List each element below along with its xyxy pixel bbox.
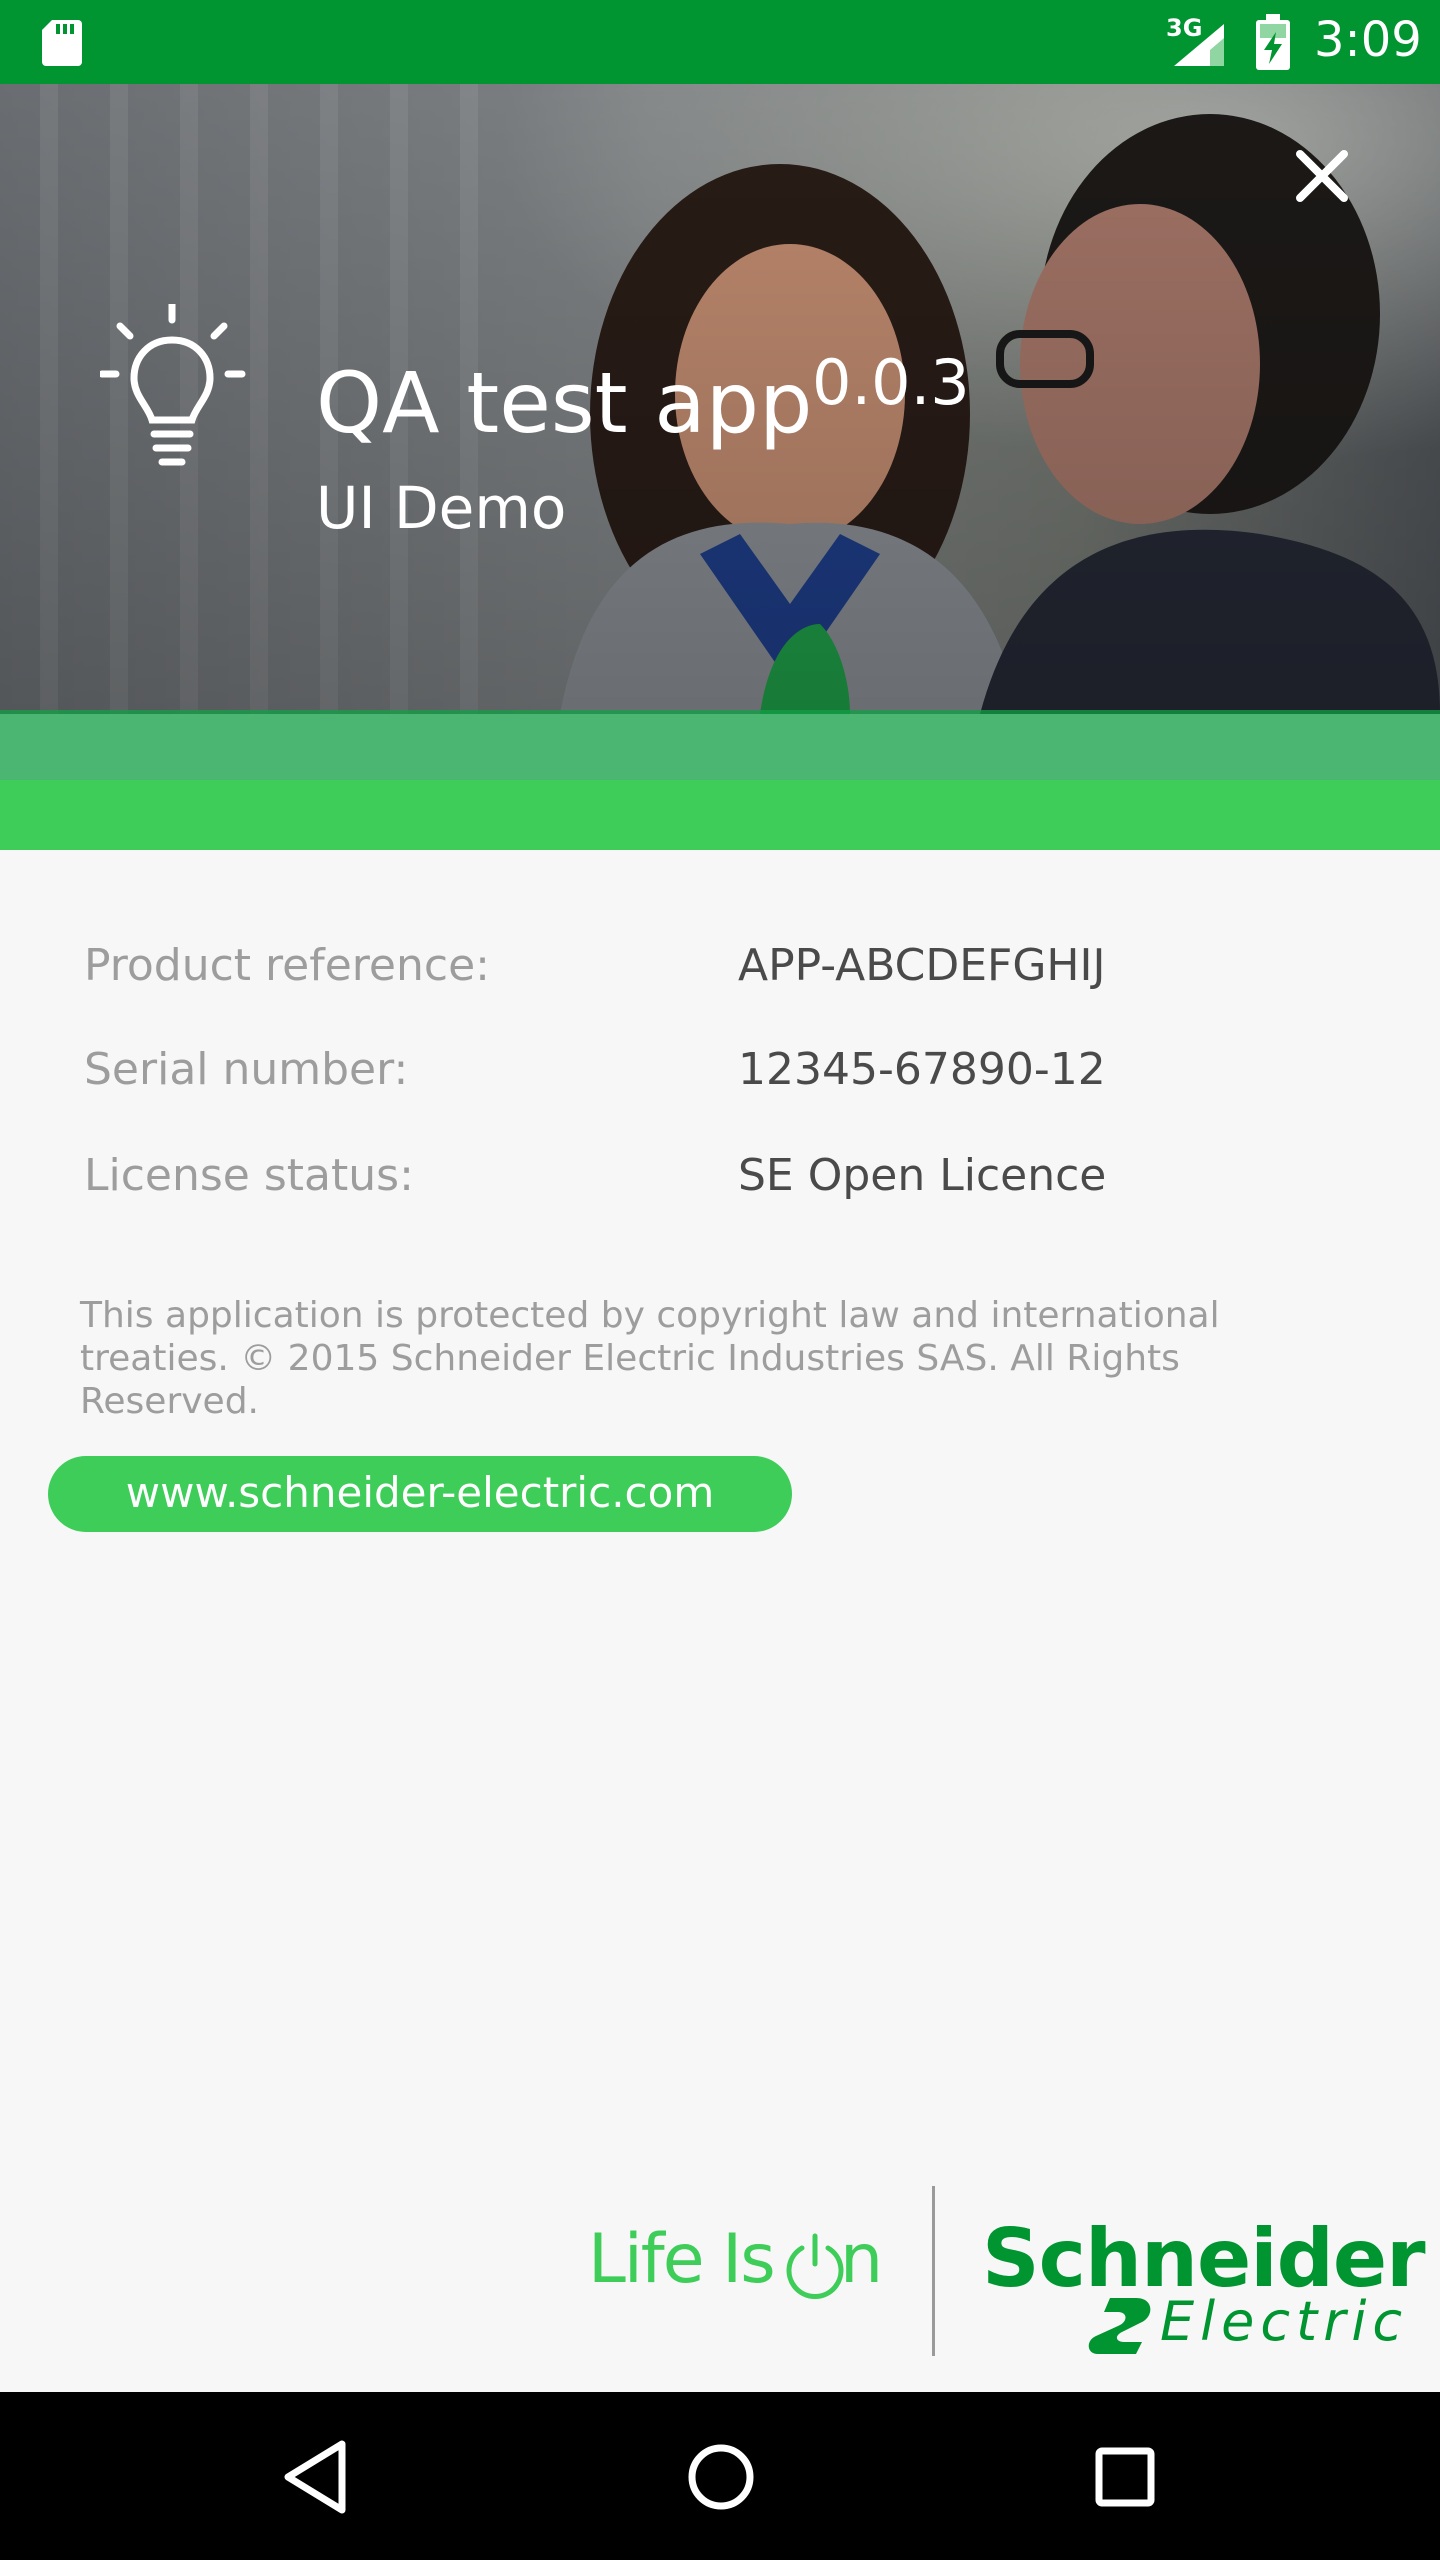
power-icon [786, 2233, 844, 2299]
header-green-band [0, 780, 1440, 850]
battery-charging-icon [1256, 14, 1290, 70]
recents-icon[interactable] [1080, 2432, 1170, 2522]
app-version: 0.0.3 [812, 346, 970, 419]
app-subtitle: UI Demo [316, 474, 567, 542]
life-is-on-tagline: Life Is [588, 2220, 776, 2299]
website-link-button[interactable]: www.schneider-electric.com [48, 1456, 792, 1532]
home-icon[interactable] [676, 2432, 766, 2522]
logo-divider [932, 2186, 935, 2356]
about-screen: 3G 3:09 QA test app 0.0.3 UI Demo Produc… [0, 0, 1440, 2560]
electric-brand-name: Electric [1160, 2290, 1409, 2353]
navigation-bar [0, 2392, 1440, 2560]
close-icon[interactable] [1290, 144, 1354, 208]
about-header: QA test app 0.0.3 UI Demo [0, 84, 1440, 714]
license-status-value: SE Open Licence [738, 1150, 1107, 1201]
signal-icon [1174, 24, 1224, 66]
back-icon[interactable] [272, 2432, 362, 2522]
status-bar: 3G 3:09 [0, 0, 1440, 84]
sd-card-icon [42, 20, 82, 66]
copyright-notice: This application is protected by copyrig… [80, 1295, 1220, 1422]
license-status-label: License status: [84, 1150, 414, 1201]
product-reference-label: Product reference: [84, 940, 490, 991]
life-is-on-tagline-suffix: n [840, 2220, 883, 2299]
lightbulb-icon [100, 304, 246, 466]
status-clock: 3:09 [1314, 12, 1422, 68]
app-title: QA test app [316, 354, 813, 452]
serial-number-label: Serial number: [84, 1044, 409, 1095]
header-green-overlay [0, 710, 1440, 780]
serial-number-value: 12345-67890-12 [738, 1044, 1106, 1095]
schneider-logo-mark-icon [1088, 2298, 1151, 2354]
product-reference-value: APP-ABCDEFGHIJ [738, 940, 1106, 991]
